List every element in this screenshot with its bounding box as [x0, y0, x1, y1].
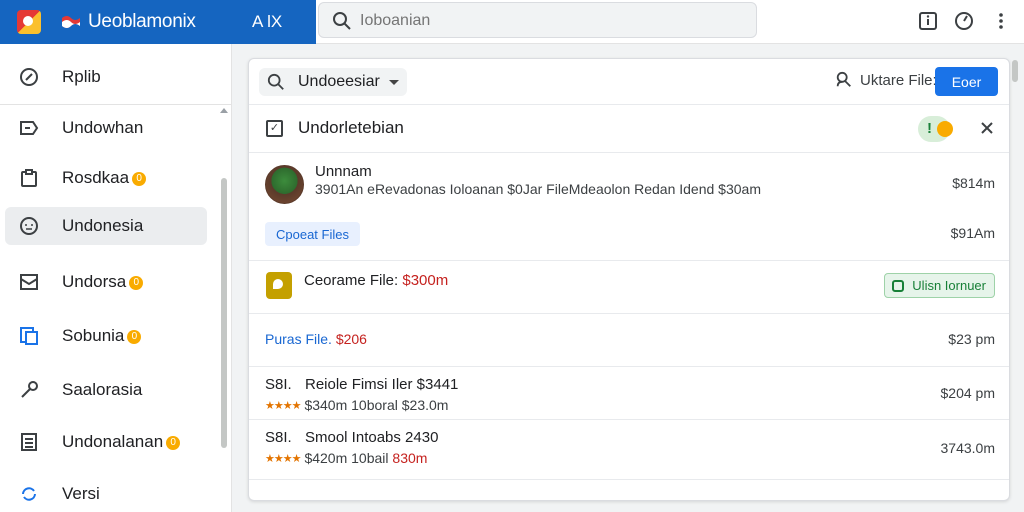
user-search-icon — [836, 71, 851, 87]
search-icon — [267, 73, 284, 90]
primary-button[interactable]: Eoer — [935, 67, 998, 96]
key-icon — [18, 380, 40, 400]
sidebar-item-label: Undonesia — [62, 216, 144, 235]
sidebar-item-undowhan[interactable]: Undowhan — [5, 109, 207, 147]
sidebar-item-label: Saalorasia — [62, 380, 143, 399]
sidebar-item-label: Rosdkaa 0 — [62, 168, 147, 188]
star-rating: ★★★★ — [265, 400, 301, 412]
notification-badge: 0 — [132, 172, 147, 186]
pages-icon — [18, 326, 40, 346]
search-icon — [333, 12, 351, 30]
notification-badge: 0 — [129, 276, 144, 290]
row-time: $204 pm — [940, 385, 995, 401]
row-price: $814m — [952, 175, 995, 191]
order-number: S8I. — [265, 376, 292, 393]
search-input[interactable] — [360, 9, 740, 33]
scrollbar-thumb[interactable] — [221, 178, 227, 448]
row-time: $23 pm — [948, 331, 995, 347]
row-time: 3743.0m — [940, 440, 995, 456]
update-file-label: Uktare File: — [860, 71, 937, 89]
main-panel: Undoeesiar Uktare File: Eoer ✓ Undorlete… — [248, 58, 1010, 501]
square-icon — [892, 279, 905, 292]
compass-icon — [18, 67, 40, 87]
order-number: S8I. — [265, 429, 292, 446]
close-icon[interactable] — [977, 118, 997, 138]
alert-icon: ! — [927, 120, 932, 137]
clipboard-icon — [18, 168, 40, 188]
sidebar-item-label: Sobunia 0 — [62, 326, 142, 346]
update-file-link[interactable]: Uktare File: — [835, 71, 937, 89]
sidebar-item-sobunia[interactable]: Sobunia 0 — [5, 317, 207, 355]
timer-icon[interactable] — [953, 10, 975, 32]
app-tag[interactable]: A lX — [252, 12, 282, 32]
avatar — [265, 165, 304, 204]
sidebar-item-versi[interactable]: Versi — [5, 475, 207, 512]
main-scrollbar-thumb[interactable] — [1012, 60, 1018, 82]
sidebar-item-rplib[interactable]: Rplib — [5, 58, 207, 96]
filter-label: Undoeesiar — [298, 73, 380, 90]
section-title: Undorletebian — [298, 118, 404, 137]
filter-dropdown[interactable]: Undoeesiar — [259, 68, 407, 96]
panel-toolbar: Undoeesiar Uktare File: Eoer — [249, 59, 1009, 105]
search-bar[interactable] — [318, 2, 757, 38]
inbox-icon — [18, 272, 40, 292]
sidebar-scrollbar[interactable] — [218, 106, 230, 512]
file-icon — [266, 272, 292, 299]
status-badge[interactable]: ! — [918, 116, 953, 142]
clock-face-icon — [18, 216, 40, 236]
order-title: Reiole Fimsi Iler $3441 — [305, 376, 459, 393]
person-description: 3901An eRevadonas Ioloanan $0Jar FileMde… — [315, 181, 761, 197]
app-logo[interactable] — [17, 10, 41, 34]
row-price: $91Am — [950, 225, 995, 241]
link-row[interactable]: Puras File. $206 $23 pm — [249, 314, 1009, 367]
file-line: Ceorame File: $300m — [304, 272, 449, 289]
order-row[interactable]: S8I. Smool Intoabs 2430 ★★★★ $420m 10bail… — [249, 420, 1009, 480]
scroll-up-arrow[interactable] — [220, 108, 228, 113]
sidebar-item-undonalanan[interactable]: Undonalanan 0 — [5, 423, 207, 461]
info-icon[interactable] — [917, 10, 939, 32]
link-line: Puras File. $206 — [265, 331, 367, 347]
notification-badge: 0 — [127, 330, 142, 344]
sidebar-item-label: Undonalanan 0 — [62, 432, 181, 452]
file-action-button[interactable]: Ulisn Iornuer — [884, 273, 995, 298]
order-row[interactable]: S8I. Reiole Fimsi Iler $3441 ★★★★ $340m 1… — [249, 367, 1009, 420]
order-subline: ★★★★ $420m 10bail 830m — [265, 450, 428, 466]
notification-badge: 0 — [166, 436, 181, 450]
checkbox[interactable]: ✓ — [266, 120, 283, 137]
sidebar-item-label: Undowhan — [62, 118, 144, 137]
label-icon — [18, 118, 40, 138]
sidebar-divider — [0, 104, 232, 105]
flag-icon — [62, 16, 80, 28]
sidebar-item-rosdkaa[interactable]: Rosdkaa 0 — [5, 159, 207, 197]
chevron-down-icon — [389, 80, 399, 85]
sidebar-item-saalorasia[interactable]: Saalorasia — [5, 371, 207, 409]
person-name: Unnnam — [315, 163, 372, 180]
sidebar-item-undonesia[interactable]: Undonesia — [5, 207, 207, 245]
sidebar-item-undorsa[interactable]: Undorsa 0 — [5, 263, 207, 301]
section-header: ✓ Undorletebian ! — [249, 105, 1009, 153]
file-row[interactable]: Ceorame File: $300m Ulisn Iornuer — [249, 261, 1009, 314]
sidebar-item-label: Undorsa 0 — [62, 272, 144, 292]
list-icon — [18, 432, 40, 452]
app-title: Ueoblamonix — [88, 11, 196, 32]
more-vert-icon[interactable] — [990, 10, 1012, 32]
order-title: Smool Intoabs 2430 — [305, 429, 439, 446]
top-bar: Ueoblamonix A lX — [0, 0, 1024, 44]
sidebar-item-label: Rplib — [62, 67, 101, 86]
star-rating: ★★★★ — [265, 453, 301, 465]
create-files-button[interactable]: Cpoeat Files — [265, 222, 360, 246]
sidebar: Rplib Undowhan Rosdkaa 0 Undonesia Undors… — [0, 44, 232, 512]
sync-icon — [18, 484, 40, 504]
warning-dot-icon — [937, 121, 953, 137]
sidebar-item-label: Versi — [62, 484, 100, 503]
order-subline: ★★★★ $340m 10boral $23.0m — [265, 397, 449, 413]
brand-area: Ueoblamonix A lX — [0, 0, 316, 44]
person-row[interactable]: Unnnam 3901An eRevadonas Ioloanan $0Jar … — [249, 153, 1009, 261]
